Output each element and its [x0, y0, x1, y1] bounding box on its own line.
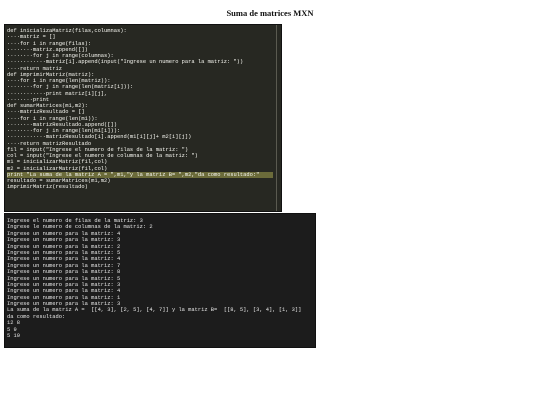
- terminal-output[interactable]: Ingrese el numero de filas de la matriz:…: [4, 213, 316, 348]
- terminal-line: 5 10: [7, 333, 20, 340]
- code-lines: def inicializaMatriz(filas,columnas): ···…: [7, 28, 273, 191]
- code-line: imprimirMatriz(resultado): [7, 184, 88, 191]
- code-line: ············matriz[i].append(input("Ingr…: [7, 59, 244, 66]
- page-title-text: Suma de matrices MXN: [226, 8, 314, 18]
- terminal-lines: Ingrese el numero de filas de la matriz:…: [7, 218, 313, 339]
- terminal-line: La suma de la matriz A = [[4, 3], [2, 5]…: [7, 307, 302, 314]
- editor-margin-line: [276, 25, 277, 211]
- code-editor[interactable]: def inicializaMatriz(filas,columnas): ···…: [4, 24, 282, 212]
- page-title: Suma de matrices MXN: [0, 8, 540, 18]
